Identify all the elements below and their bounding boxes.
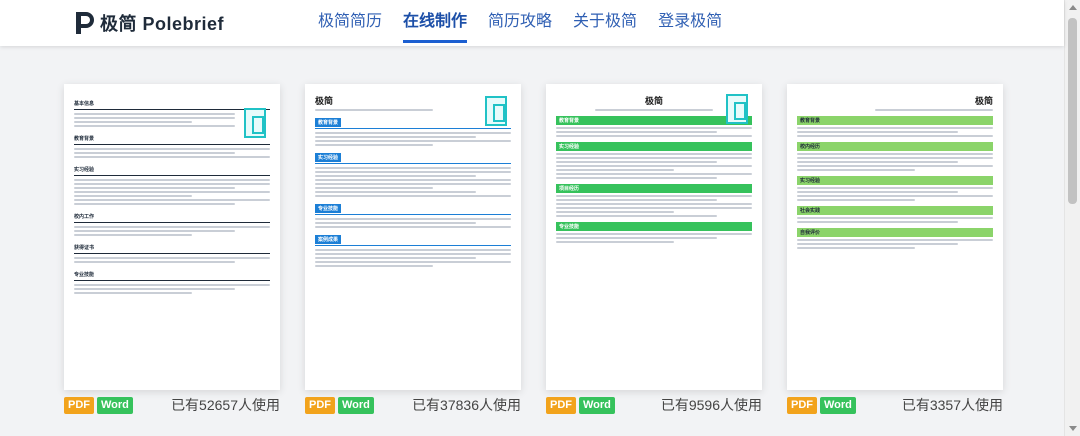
- nav-item-about[interactable]: 关于极简: [573, 0, 637, 46]
- scroll-up-arrow-icon[interactable]: [1069, 5, 1077, 10]
- resume-preview: 极简 教育背景 实习经验 专业技能 案例成果: [315, 94, 511, 382]
- resume-section-title: 教育背景: [74, 136, 95, 142]
- usage-count: 已有3357人使用: [901, 397, 1003, 413]
- resume-photo-icon: [485, 96, 507, 126]
- resume-name: 极简: [974, 96, 993, 106]
- resume-section-title: 实习经验: [74, 167, 95, 173]
- template-card[interactable]: 极简 教育背景 实习经验 专业技能 案例成果: [305, 84, 521, 390]
- resume-section-title: 教育背景: [315, 118, 342, 127]
- template-card-footer: PDF Word 已有9596人使用: [546, 396, 762, 414]
- pdf-badge: PDF: [64, 396, 94, 414]
- resume-section-title: 案例成果: [315, 235, 342, 244]
- usage-count: 已有9596人使用: [660, 397, 762, 413]
- resume-section-title: 实习经验: [797, 176, 993, 185]
- scroll-thumb[interactable]: [1068, 18, 1077, 204]
- resume-section-title: 专业技能: [74, 272, 95, 278]
- resume-section-title: 获得证书: [74, 245, 95, 251]
- resume-section-title: 专业技能: [315, 204, 342, 213]
- resume-section-title: 实习经验: [315, 153, 342, 162]
- resume-section-title: 实习经验: [556, 142, 752, 151]
- resume-section-title: 项目经历: [556, 184, 752, 193]
- page-scrollbar[interactable]: [1064, 0, 1080, 436]
- resume-preview: 极简 教育背景 校内经历 实习经验 社会实践 自我评价: [797, 94, 993, 382]
- resume-section-title: 校内经历: [797, 142, 993, 151]
- resume-photo-icon: [244, 108, 266, 138]
- site-logo[interactable]: 极简 Polebrief: [76, 10, 224, 36]
- template-card-footer: PDF Word 已有52657人使用: [64, 396, 280, 414]
- resume-section-title: 教育背景: [797, 116, 993, 125]
- resume-section-title: 教育背景: [556, 116, 752, 125]
- resume-preview: 基本信息 教育背景 实习经验 校内工作 获得证书 专业技能: [74, 94, 270, 382]
- resume-section-title: 基本信息: [74, 101, 95, 107]
- nav-item-online-create[interactable]: 在线制作: [403, 0, 468, 46]
- word-badge: Word: [338, 396, 374, 414]
- nav-item-resume[interactable]: 极简简历: [318, 0, 382, 46]
- word-badge: Word: [820, 396, 856, 414]
- usage-count: 已有37836人使用: [412, 397, 521, 413]
- main-nav: 极简简历 在线制作 简历攻略 关于极简 登录极简: [318, 0, 743, 46]
- template-card[interactable]: 极简 教育背景 实习经验 项目经历 专业技能: [546, 84, 762, 390]
- usage-count: 已有52657人使用: [171, 397, 280, 413]
- resume-section-title: 专业技能: [556, 222, 752, 231]
- resume-section-title: 社会实践: [797, 206, 993, 215]
- template-card-footer: PDF Word 已有3357人使用: [787, 396, 1003, 414]
- resume-section-title: 自我评价: [797, 228, 993, 237]
- scroll-down-arrow-icon[interactable]: [1069, 426, 1077, 431]
- logo-p-icon: [76, 12, 94, 34]
- template-card[interactable]: 极简 教育背景 校内经历 实习经验 社会实践 自我评价: [787, 84, 1003, 390]
- nav-item-guide[interactable]: 简历攻略: [488, 0, 552, 46]
- top-header: 极简 Polebrief 极简简历 在线制作 简历攻略 关于极简 登录极简: [0, 0, 1064, 46]
- pdf-badge: PDF: [305, 396, 335, 414]
- template-card-footer: PDF Word 已有37836人使用: [305, 396, 521, 414]
- pdf-badge: PDF: [787, 396, 817, 414]
- word-badge: Word: [579, 396, 615, 414]
- resume-preview: 极简 教育背景 实习经验 项目经历 专业技能: [556, 94, 752, 382]
- word-badge: Word: [97, 396, 133, 414]
- resume-section-title: 校内工作: [74, 214, 95, 220]
- pdf-badge: PDF: [546, 396, 576, 414]
- logo-text: 极简 Polebrief: [100, 14, 225, 34]
- nav-item-login[interactable]: 登录极简: [658, 0, 722, 46]
- resume-name: 极简: [644, 96, 663, 106]
- template-card[interactable]: 基本信息 教育背景 实习经验 校内工作 获得证书 专业技能: [64, 84, 280, 390]
- resume-name: 极简: [315, 96, 334, 106]
- resume-photo-icon: [726, 94, 748, 124]
